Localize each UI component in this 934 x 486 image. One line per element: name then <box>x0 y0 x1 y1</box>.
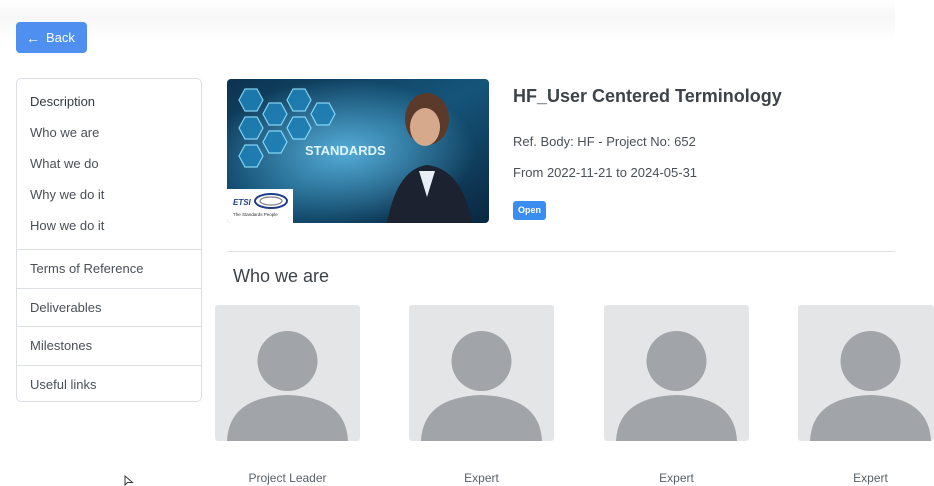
sidebar-item-useful-links[interactable]: Useful links <box>17 366 201 405</box>
back-button[interactable]: ← Back <box>16 22 87 53</box>
mouse-cursor-icon <box>124 475 134 486</box>
team-member-card[interactable]: Project Leader <box>215 305 360 485</box>
team-member-card[interactable]: Expert <box>604 305 749 485</box>
project-banner-image: STANDARDS ETSI The Standards People <box>227 79 489 223</box>
divider <box>227 251 895 252</box>
project-title: HF_User Centered Terminology <box>513 86 782 106</box>
sidebar-item-terms-of-reference[interactable]: Terms of Reference <box>17 250 201 289</box>
avatar <box>798 305 934 441</box>
user-placeholder-icon <box>810 331 931 441</box>
top-bar <box>0 0 895 42</box>
arrow-left-icon: ← <box>26 29 40 46</box>
sidebar-subitem-why-we-do-it[interactable]: Why we do it <box>17 179 201 210</box>
sidebar-item-milestones[interactable]: Milestones <box>17 327 201 366</box>
avatar <box>409 305 554 441</box>
member-role: Expert <box>464 471 499 485</box>
section-title-who-we-are: Who we are <box>233 266 330 286</box>
sidebar-nav: Description Who we are What we do Why we… <box>16 78 202 402</box>
sidebar-subitem-how-we-do-it[interactable]: How we do it <box>17 210 201 241</box>
member-role: Project Leader <box>248 471 327 485</box>
status-badge: Open <box>513 201 547 220</box>
sidebar-item-description[interactable]: Description <box>17 91 201 117</box>
sidebar-subitem-who-we-are[interactable]: Who we are <box>17 117 201 148</box>
banner-overlay-text: STANDARDS <box>305 143 386 158</box>
sidebar-item-deliverables[interactable]: Deliverables <box>17 289 201 327</box>
avatar <box>215 305 360 441</box>
user-placeholder-icon <box>227 331 348 441</box>
etsi-logo: ETSI <box>233 198 252 207</box>
member-role: Expert <box>853 471 888 485</box>
sidebar-subitem-what-we-do[interactable]: What we do <box>17 148 201 179</box>
team-member-card[interactable]: Expert <box>409 305 554 485</box>
user-placeholder-icon <box>616 331 737 441</box>
project-reference: Ref. Body: HF - Project No: 652 <box>513 134 696 149</box>
project-dates: From 2022-11-21 to 2024-05-31 <box>513 165 698 180</box>
member-role: Expert <box>659 471 694 485</box>
back-button-label: Back <box>46 30 75 45</box>
user-placeholder-icon <box>421 331 542 441</box>
sidebar-group-description: Description Who we are What we do Why we… <box>17 79 201 250</box>
etsi-tagline: The Standards People <box>233 212 278 217</box>
avatar <box>604 305 749 441</box>
team-member-card[interactable]: Expert <box>798 305 934 485</box>
